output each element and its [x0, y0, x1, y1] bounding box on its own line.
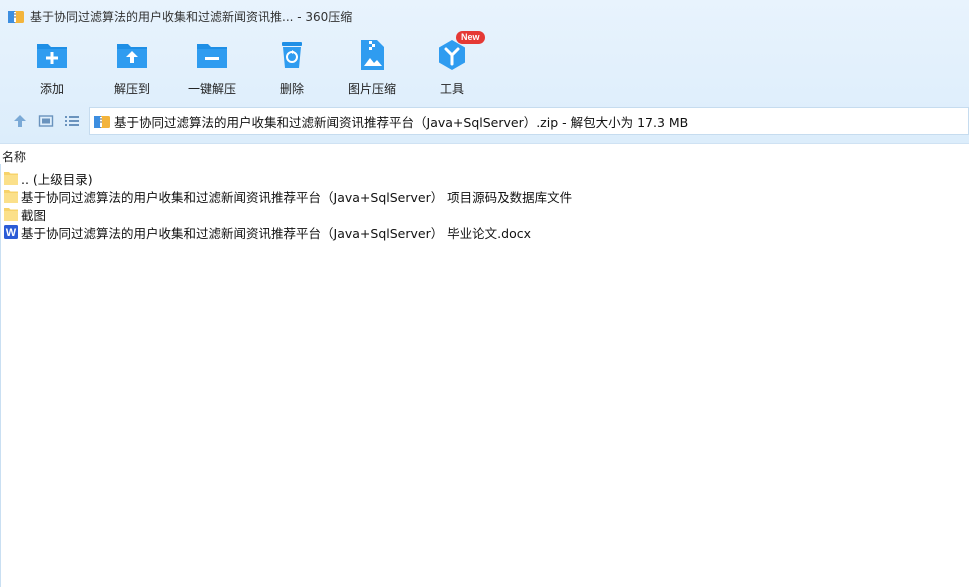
- window-title: 基于协同过滤算法的用户收集和过滤新闻资讯推... - 360压缩: [30, 9, 353, 24]
- column-name-label: 名称: [2, 150, 27, 164]
- navigation-row: 基于协同过滤算法的用户收集和过滤新闻资讯推荐平台（Java+SqlServer）…: [0, 107, 969, 135]
- list-item-parent-dir[interactable]: .. (上级目录): [0, 169, 969, 187]
- image-compress-button[interactable]: 图片压缩: [332, 38, 412, 97]
- one-click-extract-button[interactable]: 一键解压: [172, 38, 252, 97]
- extract-to-button[interactable]: 解压到: [92, 38, 172, 97]
- add-button[interactable]: 添加: [12, 38, 92, 97]
- file-name: 基于协同过滤算法的用户收集和过滤新闻资讯推荐平台（Java+SqlServer）…: [21, 189, 573, 205]
- add-folder-icon: [37, 44, 67, 68]
- recycle-bin-icon: [282, 42, 302, 68]
- one-click-extract-label: 一键解压: [187, 82, 236, 96]
- svg-text:W: W: [6, 227, 17, 239]
- archive-path: 基于协同过滤算法的用户收集和过滤新闻资讯推荐平台（Java+SqlServer）…: [114, 114, 689, 130]
- extract-to-label: 解压到: [113, 82, 150, 96]
- folder-icon: [4, 208, 18, 221]
- zip-archive-icon: [94, 116, 110, 128]
- file-name: 基于协同过滤算法的用户收集和过滤新闻资讯推荐平台（Java+SqlServer）…: [21, 225, 532, 241]
- up-arrow-icon[interactable]: [12, 113, 28, 129]
- one-click-extract-icon: [197, 44, 227, 68]
- tools-label: 工具: [439, 82, 464, 96]
- tools-button[interactable]: New 工具: [412, 31, 492, 97]
- file-name: .. (上级目录): [21, 171, 93, 187]
- list-view-icon[interactable]: [64, 113, 80, 129]
- folder-icon: [4, 172, 18, 185]
- add-label: 添加: [39, 82, 64, 96]
- file-list: .. (上级目录) 基于协同过滤算法的用户收集和过滤新闻资讯推荐平台（Java+…: [0, 169, 969, 241]
- title-bar: 基于协同过滤算法的用户收集和过滤新闻资讯推... - 360压缩: [0, 0, 969, 32]
- new-badge: New: [456, 31, 485, 44]
- file-name: 截图: [21, 207, 47, 223]
- address-bar[interactable]: 基于协同过滤算法的用户收集和过滤新闻资讯推荐平台（Java+SqlServer）…: [89, 107, 969, 135]
- list-item-thesis-doc[interactable]: W 基于协同过滤算法的用户收集和过滤新闻资讯推荐平台（Java+SqlServe…: [0, 223, 969, 241]
- list-item-source-folder[interactable]: 基于协同过滤算法的用户收集和过滤新闻资讯推荐平台（Java+SqlServer）…: [0, 187, 969, 205]
- thumbnail-view-icon[interactable]: [38, 113, 54, 129]
- word-doc-icon: W: [4, 225, 18, 239]
- archive-app-icon: [8, 11, 24, 23]
- image-compress-label: 图片压缩: [347, 82, 396, 96]
- list-item-screenshots-folder[interactable]: 截图: [0, 205, 969, 223]
- delete-button[interactable]: 删除: [252, 38, 332, 97]
- folder-icon: [4, 190, 18, 203]
- column-header[interactable]: 名称: [0, 146, 969, 164]
- image-compress-icon: [361, 40, 384, 70]
- header-area: 基于协同过滤算法的用户收集和过滤新闻资讯推... - 360压缩 添加 解压到: [0, 0, 969, 144]
- extract-to-icon: [117, 44, 147, 68]
- delete-label: 删除: [279, 82, 304, 96]
